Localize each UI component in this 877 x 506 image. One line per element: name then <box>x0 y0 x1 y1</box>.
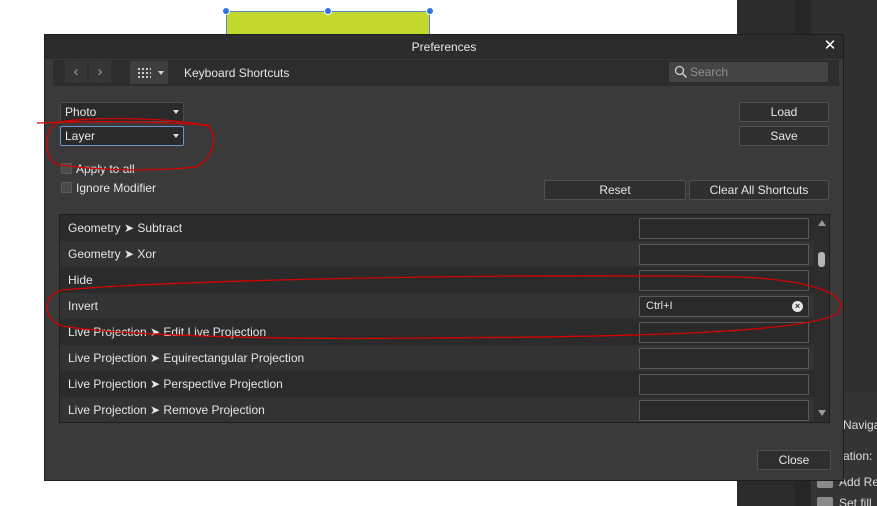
scroll-up-icon[interactable] <box>818 220 826 226</box>
shortcut-label: Live Projection ➤ Edit Live Projection <box>68 325 267 339</box>
navigator-tab[interactable]: Navigato <box>843 418 877 432</box>
shortcut-label: Invert <box>68 299 99 313</box>
shortcut-field[interactable] <box>639 374 809 395</box>
panel-item-add[interactable]: Add Re <box>839 475 877 489</box>
shortcut-field[interactable] <box>639 244 809 265</box>
chevron-left-icon[interactable]: ‹ <box>65 61 87 83</box>
save-button[interactable]: Save <box>739 126 829 146</box>
shortcut-value: Ctrl+I <box>646 300 673 312</box>
caret-down-icon <box>158 71 164 75</box>
selection-handle[interactable] <box>222 7 230 15</box>
shortcut-field[interactable] <box>639 270 809 291</box>
apply-to-all-label: Apply to all <box>76 162 135 176</box>
panel-item-set-fill[interactable]: Set fill <box>839 496 872 506</box>
shortcut-label: Live Projection ➤ Remove Projection <box>68 403 265 417</box>
shortcut-row: Live Projection ➤ Perspective Projection <box>60 371 814 397</box>
shortcut-field[interactable] <box>639 348 809 369</box>
category-select[interactable]: Layer <box>60 126 184 146</box>
fill-icon <box>817 497 833 506</box>
shortcut-row: Live Projection ➤ Equirectangular Projec… <box>60 345 814 371</box>
ignore-modifier-label: Ignore Modifier <box>76 181 157 195</box>
search-input[interactable] <box>690 64 822 80</box>
chevron-down-icon <box>173 110 179 114</box>
selection-handle[interactable] <box>324 7 332 15</box>
load-button[interactable]: Load <box>739 102 829 122</box>
category-select-value: Layer <box>65 129 96 143</box>
clear-all-shortcuts-button[interactable]: Clear All Shortcuts <box>689 180 829 200</box>
shortcut-label: Live Projection ➤ Perspective Projection <box>68 377 283 391</box>
reset-button[interactable]: Reset <box>544 180 686 200</box>
shortcut-label: Geometry ➤ Xor <box>68 247 157 261</box>
shortcut-field[interactable]: Ctrl+I × <box>639 296 809 317</box>
panel-text: ation: <box>843 449 873 463</box>
shortcut-label: Geometry ➤ Subtract <box>68 221 183 235</box>
persona-select[interactable]: Photo <box>60 102 184 122</box>
close-icon[interactable]: ✕ <box>821 37 839 55</box>
selection-handle[interactable] <box>426 7 434 15</box>
chevron-right-icon[interactable]: › <box>89 61 111 83</box>
dialog-title: Preferences <box>411 40 477 54</box>
search-box[interactable] <box>669 62 828 82</box>
shortcut-row: Geometry ➤ Subtract <box>60 215 814 241</box>
shortcut-row: Invert Ctrl+I × <box>60 293 814 319</box>
shortcut-row: Live Projection ➤ Edit Live Projection <box>60 319 814 345</box>
section-title: Keyboard Shortcuts <box>184 66 290 80</box>
shortcut-field[interactable] <box>639 322 809 343</box>
search-icon <box>674 65 688 79</box>
checkbox-box[interactable] <box>61 182 72 193</box>
clear-icon[interactable]: × <box>792 301 803 312</box>
shortcut-field[interactable] <box>639 218 809 239</box>
checkbox-box[interactable] <box>61 163 72 174</box>
chevron-down-icon <box>173 134 179 138</box>
shortcut-label: Live Projection ➤ Equirectangular Projec… <box>68 351 305 365</box>
scrollbar[interactable] <box>814 215 829 422</box>
scroll-down-icon[interactable] <box>818 410 826 416</box>
persona-select-value: Photo <box>65 105 97 119</box>
close-button[interactable]: Close <box>757 450 831 470</box>
shortcut-row: Geometry ➤ Xor <box>60 241 814 267</box>
preferences-dialog: Preferences ✕ ‹ › Keyboard Shortcuts Pho… <box>44 34 844 481</box>
shortcut-field[interactable] <box>639 400 809 421</box>
dialog-titlebar[interactable]: Preferences ✕ <box>45 35 843 59</box>
shortcut-list: Geometry ➤ Subtract Geometry ➤ Xor Hide … <box>59 214 830 423</box>
grid-icon <box>137 67 151 78</box>
shortcut-row: Hide <box>60 267 814 293</box>
shortcut-row: Live Projection ➤ Remove Projection <box>60 397 814 422</box>
shortcut-label: Hide <box>68 273 93 287</box>
section-menu-button[interactable] <box>130 61 168 84</box>
scrollbar-thumb[interactable] <box>818 252 825 267</box>
preferences-toolbar: ‹ › Keyboard Shortcuts <box>53 60 839 86</box>
